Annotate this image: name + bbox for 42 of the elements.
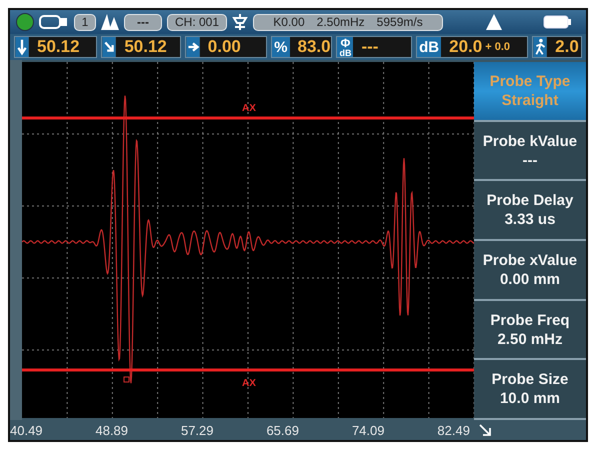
probe-info-text: K0.00 — [273, 15, 305, 29]
readout-label: % — [272, 37, 290, 57]
readout-value: 20.0 + 0.0 — [441, 37, 528, 57]
readout-value: 83.0 — [290, 37, 332, 57]
readout-value: --- — [353, 37, 412, 57]
readout-value: 50.12 — [116, 37, 180, 57]
menu-item[interactable]: Probe Freq 2.50 mHz — [474, 300, 586, 360]
probe-info-text: 5959m/s — [376, 15, 423, 29]
axis-label: 57.29 — [180, 422, 214, 438]
triangle-icon — [486, 14, 502, 30]
axis-label: 65.69 — [266, 422, 299, 438]
readout-value: 50.12 — [29, 37, 96, 57]
readout-label: dB — [417, 37, 442, 57]
arrow-down-icon — [15, 37, 29, 57]
gate-line[interactable] — [22, 368, 474, 372]
menu-item[interactable]: Probe Size 10.0 mm — [474, 360, 586, 420]
gate-label: AX — [242, 378, 256, 389]
channel-label: CH: 001 — [167, 14, 227, 30]
walking-person-icon — [533, 37, 548, 57]
probe-icon — [232, 14, 248, 30]
readout-label: Φ dB — [337, 37, 354, 57]
battery-icon — [543, 15, 571, 29]
menu-item[interactable]: Probe xValue 0.00 mm — [474, 241, 586, 301]
arrow-diagonal-icon — [478, 423, 492, 437]
readout-value: 2.0 — [547, 37, 581, 57]
arrow-diagonal-icon — [102, 37, 116, 57]
peaks-icon — [101, 14, 119, 30]
probe-info-text: 2.50mHz — [316, 15, 365, 29]
readout-value: 0.00 — [200, 37, 266, 57]
gate-line[interactable] — [22, 116, 474, 120]
channel-badge: 1 — [74, 14, 96, 30]
peak-marker — [124, 376, 130, 382]
arrow-right-icon — [186, 37, 200, 57]
gate-label: AX — [242, 103, 256, 114]
axis-label: 74.09 — [352, 422, 384, 438]
probe-connector-icon — [39, 14, 69, 30]
menu-item[interactable]: Probe Delay 3.33 us — [474, 181, 586, 242]
axis-label: 82.49 — [437, 422, 470, 438]
axis-label: 48.89 — [95, 422, 128, 438]
mode-badge: --- — [124, 14, 162, 30]
menu-item[interactable]: Probe kValue --- — [474, 122, 586, 182]
axis-label: 40.49 — [10, 422, 43, 438]
